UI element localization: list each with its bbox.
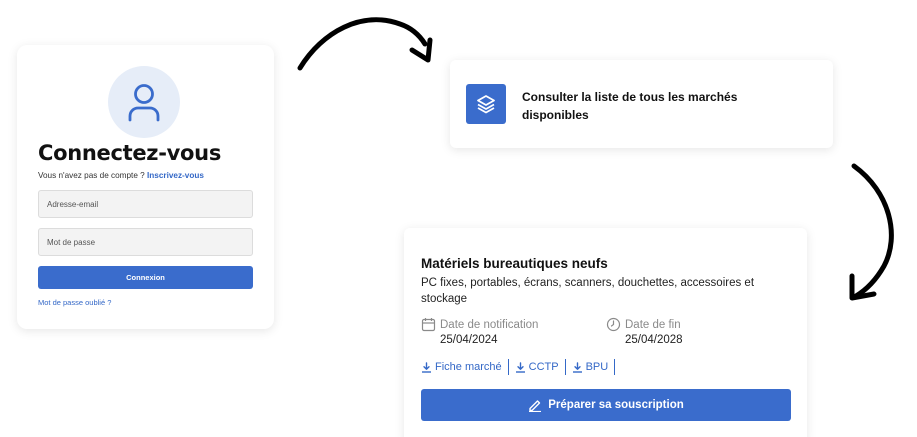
download-icon xyxy=(572,361,582,373)
fiche-marche-link[interactable]: Fiche marché xyxy=(421,361,502,373)
separator xyxy=(614,359,616,375)
separator xyxy=(564,359,566,375)
market-description: PC fixes, portables, écrans, scanners, d… xyxy=(421,277,755,305)
download-icon xyxy=(422,361,431,373)
password-field[interactable]: Mot de passe xyxy=(38,228,253,256)
market-list-label: Consulter la liste de tous les marchés d… xyxy=(522,90,738,122)
end-date-label: Date de fin xyxy=(625,318,681,331)
prepare-subscription-button[interactable]: Préparer sa souscription xyxy=(421,389,791,421)
signup-link[interactable]: Inscrivez-vous xyxy=(147,171,204,180)
clock-icon xyxy=(606,317,621,332)
fiche-marche-label: Fiche marché xyxy=(435,361,502,373)
notification-date-value: 25/04/2024 xyxy=(440,334,498,346)
download-icon xyxy=(515,361,525,373)
separator xyxy=(507,359,509,375)
forgot-password-link[interactable]: Mot de passe oublié ? xyxy=(38,298,111,307)
password-placeholder: Mot de passe xyxy=(47,237,96,247)
pencil-icon xyxy=(529,400,542,412)
cctp-link[interactable]: CCTP xyxy=(515,361,559,373)
bpu-label: BPU xyxy=(585,361,609,373)
bpu-link[interactable]: BPU xyxy=(572,361,609,373)
end-date-value: 25/04/2028 xyxy=(625,334,683,346)
cctp-label: CCTP xyxy=(528,361,559,373)
signup-prompt: Vous n'avez pas de compte ? xyxy=(38,171,145,180)
login-card: Connectez-vous Vous n'avez pas de compte… xyxy=(17,45,274,329)
end-date: Date de fin 25/04/2028 xyxy=(606,317,683,346)
email-placeholder: Adresse-email xyxy=(47,199,99,209)
login-button[interactable]: Connexion xyxy=(38,266,253,289)
notification-date: Date de notification 25/04/2024 xyxy=(421,317,538,346)
user-icon xyxy=(108,66,180,138)
layers-icon xyxy=(466,84,506,124)
calendar-icon xyxy=(421,318,436,332)
document-links: Fiche marché CCTP BPU xyxy=(421,359,621,375)
email-field[interactable]: Adresse-email xyxy=(38,190,253,218)
market-card: Matériels bureautiques neufs PC fixes, p… xyxy=(404,228,807,437)
signup-line: Vous n'avez pas de compte ? Inscrivez-vo… xyxy=(38,171,204,180)
notification-date-label: Date de notification xyxy=(440,318,539,331)
curved-arrow-down-icon xyxy=(849,163,894,301)
curved-arrow-right-icon xyxy=(297,17,433,71)
prepare-subscription-label: Préparer sa souscription xyxy=(548,399,684,411)
market-title: Matériels bureautiques neufs xyxy=(421,256,608,271)
market-list-card[interactable]: Consulter la liste de tous les marchés d… xyxy=(450,60,833,148)
login-title: Connectez-vous xyxy=(38,141,222,165)
